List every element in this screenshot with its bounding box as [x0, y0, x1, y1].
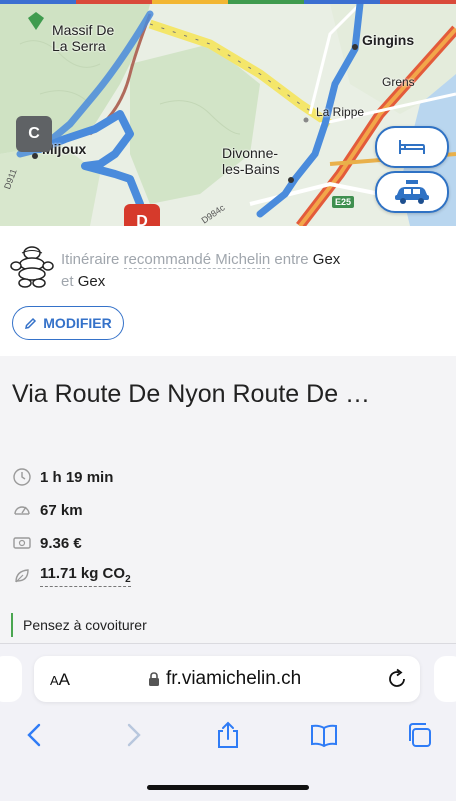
- aa-big: A: [58, 670, 71, 689]
- tabs-icon[interactable]: [405, 720, 435, 750]
- hotel-layer-button[interactable]: [375, 126, 449, 168]
- previous-tab-preview[interactable]: [0, 656, 22, 702]
- michelin-mascot-icon: [10, 246, 54, 288]
- map-label-massif: Massif De La Serra: [52, 22, 115, 54]
- url-text: fr.viamichelin.ch: [166, 668, 302, 689]
- map-label-grens: Grens: [382, 75, 415, 89]
- clock-icon: [13, 468, 31, 486]
- stat-duration: 1 h 19 min: [12, 466, 113, 488]
- itin-destination: Gex: [77, 273, 106, 290]
- share-icon[interactable]: [213, 720, 243, 750]
- duration-value: 1 h 19 min: [40, 468, 114, 486]
- leaf-icon: [15, 569, 29, 583]
- bed-icon: [399, 140, 425, 154]
- speedometer-icon: [14, 506, 30, 515]
- itin-entre: entre: [270, 251, 313, 268]
- route-title: Via Route De Nyon Route De …: [12, 380, 371, 408]
- bookmarks-icon[interactable]: [309, 720, 339, 750]
- road-shield-e25: E25: [332, 196, 355, 208]
- modify-button-label: MODIFIER: [43, 315, 112, 331]
- lock-icon: [149, 671, 159, 686]
- back-arrow-icon[interactable]: [20, 720, 50, 750]
- modify-button[interactable]: MODIFIER: [12, 306, 124, 340]
- carpool-hint[interactable]: Pensez à covoiturer: [11, 613, 147, 637]
- money-icon: [13, 537, 31, 549]
- co2-subscript: 2: [125, 574, 131, 585]
- route-map[interactable]: Massif De La Serra Gingins Grens La Ripp…: [0, 4, 456, 226]
- map-label-gingins: Gingins: [362, 32, 415, 48]
- map-label-la-rippe: La Rippe: [316, 105, 365, 119]
- distance-value: 67 km: [40, 501, 83, 519]
- route-marker-d[interactable]: D: [124, 204, 160, 226]
- car-rental-layer-button[interactable]: [375, 171, 449, 213]
- itin-prefix: Itinéraire: [61, 251, 124, 268]
- reader-text-size-button[interactable]: AA: [50, 670, 70, 690]
- reload-icon[interactable]: [386, 668, 408, 690]
- itinerary-description: Itinéraire recommandé Michelin entre Gex…: [61, 249, 381, 293]
- co2-value[interactable]: 11.71 kg CO2: [40, 565, 131, 587]
- route-marker-c[interactable]: C: [16, 116, 52, 152]
- itin-et: et: [61, 273, 78, 290]
- url-display[interactable]: fr.viamichelin.ch: [148, 668, 301, 690]
- map-label-divonne: Divonne- les-Bains: [222, 145, 280, 177]
- itin-origin: Gex: [312, 251, 341, 268]
- next-tab-preview[interactable]: [434, 656, 456, 702]
- stat-cost: 9.36 €: [12, 532, 82, 554]
- stat-distance: 67 km: [12, 499, 83, 521]
- car-icon: [395, 180, 429, 204]
- pencil-icon: [25, 317, 37, 329]
- itin-michelin-link[interactable]: recommandé Michelin: [123, 251, 271, 269]
- home-indicator: [147, 785, 309, 790]
- forward-arrow-icon[interactable]: [118, 720, 148, 750]
- aa-small: A: [50, 673, 59, 688]
- cost-value: 9.36 €: [40, 534, 82, 552]
- stat-co2: 11.71 kg CO2: [12, 565, 131, 587]
- co2-amount: 11.71 kg CO: [40, 565, 126, 582]
